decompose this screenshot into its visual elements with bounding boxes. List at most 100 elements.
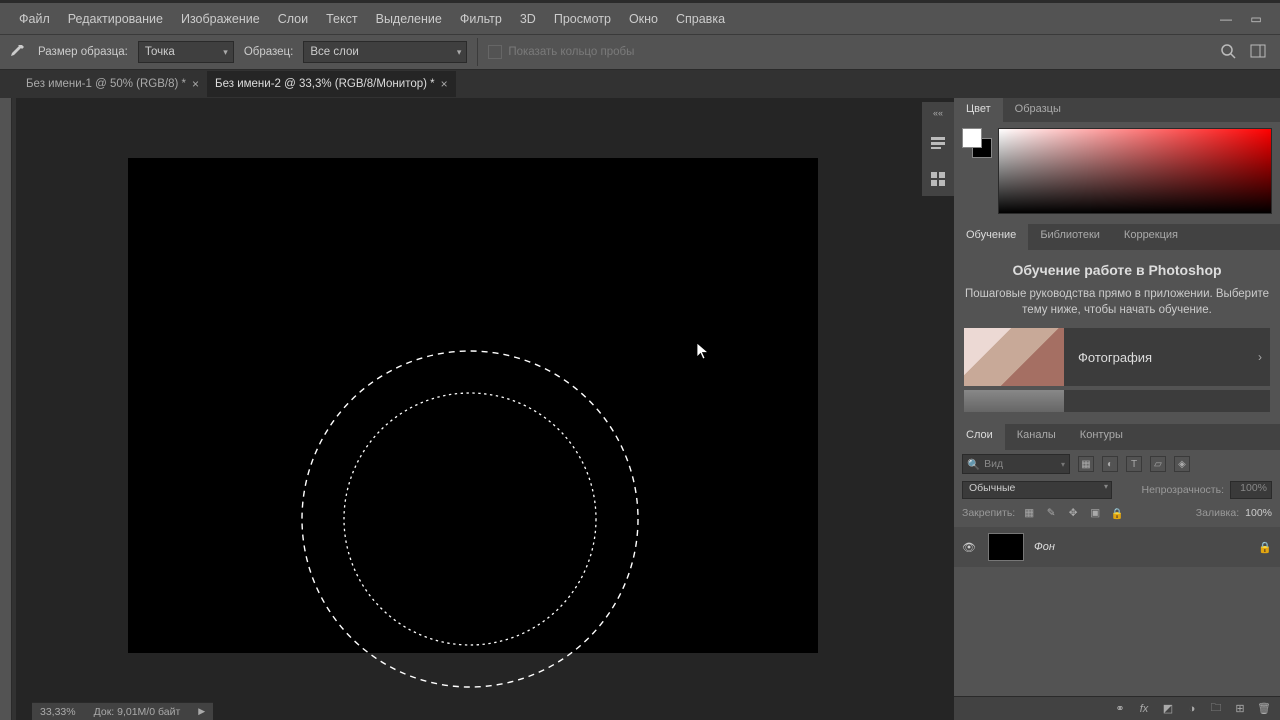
tab-label: Без имени-1 @ 50% (RGB/8) *	[26, 78, 186, 90]
mouse-cursor-icon	[696, 342, 710, 360]
search-icon[interactable]	[1220, 43, 1236, 62]
lock-transparency-icon[interactable]: ▦	[1021, 505, 1037, 521]
filter-type-icon[interactable]: T	[1126, 456, 1142, 472]
lock-artboard-icon[interactable]: ▣	[1087, 505, 1103, 521]
filter-shape-icon[interactable]: ▱	[1150, 456, 1166, 472]
maximize-button[interactable]: ▭	[1242, 9, 1270, 29]
fg-bg-swatches[interactable]	[962, 128, 992, 158]
close-icon[interactable]: ×	[192, 77, 199, 91]
collapse-chevron-icon[interactable]: ««	[933, 108, 943, 118]
tab-channels[interactable]: Каналы	[1005, 424, 1068, 450]
layer-row-background[interactable]: 👁 Фон 🔒	[954, 527, 1280, 567]
opacity-label: Непрозрачность:	[1142, 484, 1225, 496]
show-ring-checkbox[interactable]: Показать кольцо пробы	[488, 45, 634, 59]
history-panel-icon[interactable]	[927, 132, 949, 154]
filter-pixel-icon[interactable]: ▦	[1078, 456, 1094, 472]
chevron-right-icon: ›	[1258, 350, 1270, 364]
link-layers-icon[interactable]: ⚭	[1110, 699, 1130, 719]
tab-paths[interactable]: Контуры	[1068, 424, 1135, 450]
layer-name[interactable]: Фон	[1034, 541, 1055, 553]
show-ring-label: Показать кольцо пробы	[508, 46, 634, 58]
tab-swatches[interactable]: Образцы	[1003, 98, 1073, 122]
doc-size[interactable]: Док: 9,01M/0 байт	[94, 706, 181, 718]
tab-color[interactable]: Цвет	[954, 98, 1003, 122]
menu-window[interactable]: Окно	[620, 6, 667, 32]
group-icon[interactable]: 🗀	[1206, 699, 1226, 719]
chevron-right-icon[interactable]: ▶	[198, 706, 205, 717]
layer-mask-icon[interactable]: ◩	[1158, 699, 1178, 719]
menu-filter[interactable]: Фильтр	[451, 6, 511, 32]
selection-marquee	[16, 98, 916, 718]
menu-select[interactable]: Выделение	[367, 6, 451, 32]
card-thumbnail	[964, 390, 1064, 412]
opacity-field[interactable]: 100%	[1230, 481, 1272, 499]
canvas-area[interactable]: 33,33% Док: 9,01M/0 байт ▶	[16, 98, 954, 720]
document-tab-1[interactable]: Без имени-1 @ 50% (RGB/8) * ×	[18, 71, 207, 97]
adjustment-layer-icon[interactable]: ◑	[1182, 699, 1202, 719]
blend-mode-dropdown[interactable]: Обычные	[962, 481, 1112, 499]
learn-card-next[interactable]	[964, 390, 1270, 412]
lock-icon[interactable]: 🔒	[1258, 541, 1272, 554]
lock-brush-icon[interactable]: ✎	[1043, 505, 1059, 521]
lock-all-icon[interactable]: 🔒	[1109, 505, 1125, 521]
sample-label: Образец:	[244, 46, 294, 58]
color-picker-field[interactable]	[998, 128, 1272, 214]
tab-libraries[interactable]: Библиотеки	[1028, 224, 1112, 250]
right-panel-dock: «« Цвет Образцы Обучение Библиотеки Корр…	[954, 98, 1280, 720]
options-bar: Размер образца: Точка Образец: Все слои …	[0, 34, 1280, 70]
menu-3d[interactable]: 3D	[511, 6, 545, 32]
layers-blend-row: Обычные Непрозрачность: 100%	[954, 478, 1280, 502]
sample-dropdown[interactable]: Все слои	[303, 41, 467, 63]
new-layer-icon[interactable]: ⊞	[1230, 699, 1250, 719]
fill-label: Заливка:	[1196, 507, 1239, 519]
document-tab-2[interactable]: Без имени-2 @ 33,3% (RGB/8/Монитор) * ×	[207, 71, 456, 97]
color-panel	[954, 122, 1280, 224]
layers-filter-row: 🔍Вид ▦ ◐ T ▱ ◈	[954, 450, 1280, 478]
color-panel-tabs: Цвет Образцы	[954, 98, 1280, 122]
card-thumbnail	[964, 328, 1064, 386]
foreground-color-swatch[interactable]	[962, 128, 982, 148]
menu-text[interactable]: Текст	[317, 6, 366, 32]
filter-smart-icon[interactable]: ◈	[1174, 456, 1190, 472]
layer-style-icon[interactable]: fx	[1134, 699, 1154, 719]
filter-adjust-icon[interactable]: ◐	[1102, 456, 1118, 472]
tab-learn[interactable]: Обучение	[954, 224, 1028, 250]
tab-correction[interactable]: Коррекция	[1112, 224, 1190, 250]
layer-filter-dropdown[interactable]: 🔍Вид	[962, 454, 1070, 474]
separator	[477, 38, 478, 66]
learn-card-photography[interactable]: Фотография ›	[964, 328, 1270, 386]
layer-thumbnail[interactable]	[988, 533, 1024, 561]
card-label: Фотография	[1064, 350, 1258, 365]
menu-edit[interactable]: Редактирование	[59, 6, 172, 32]
learn-panel: Обучение работе в Photoshop Пошаговые ру…	[954, 250, 1280, 424]
learn-subtitle: Пошаговые руководства прямо в приложении…	[964, 286, 1270, 318]
sample-size-label: Размер образца:	[38, 46, 128, 58]
toolbox[interactable]	[0, 98, 12, 720]
menu-image[interactable]: Изображение	[172, 6, 269, 32]
lock-position-icon[interactable]: ✥	[1065, 505, 1081, 521]
menubar: Файл Редактирование Изображение Слои Тек…	[0, 0, 1280, 34]
workspace-icon[interactable]	[1250, 43, 1266, 62]
visibility-eye-icon[interactable]: 👁	[962, 541, 978, 554]
learn-title: Обучение работе в Photoshop	[964, 262, 1270, 278]
properties-panel-icon[interactable]	[927, 168, 949, 190]
delete-layer-icon[interactable]: 🗑	[1254, 699, 1274, 719]
sample-size-dropdown[interactable]: Точка	[138, 41, 234, 63]
menu-help[interactable]: Справка	[667, 6, 734, 32]
zoom-level[interactable]: 33,33%	[40, 706, 76, 718]
eyedropper-tool-icon[interactable]	[6, 41, 28, 63]
menu-layer[interactable]: Слои	[269, 6, 317, 32]
menu-file[interactable]: Файл	[10, 6, 59, 32]
close-icon[interactable]: ×	[441, 77, 448, 91]
minimize-button[interactable]: —	[1212, 9, 1240, 29]
collapsed-panel-dock: ««	[922, 102, 954, 196]
layers-panel-tabs: Слои Каналы Контуры	[954, 424, 1280, 450]
lock-label: Закрепить:	[962, 507, 1015, 519]
menu-view[interactable]: Просмотр	[545, 6, 620, 32]
tab-label: Без имени-2 @ 33,3% (RGB/8/Монитор) *	[215, 78, 435, 90]
fill-field[interactable]: 100%	[1245, 507, 1272, 519]
layers-lock-row: Закрепить: ▦ ✎ ✥ ▣ 🔒 Заливка: 100%	[954, 502, 1280, 524]
document-tabbar: Без имени-1 @ 50% (RGB/8) * × Без имени-…	[0, 70, 1280, 98]
tab-layers[interactable]: Слои	[954, 424, 1005, 450]
status-bar: 33,33% Док: 9,01M/0 байт ▶	[32, 702, 213, 720]
